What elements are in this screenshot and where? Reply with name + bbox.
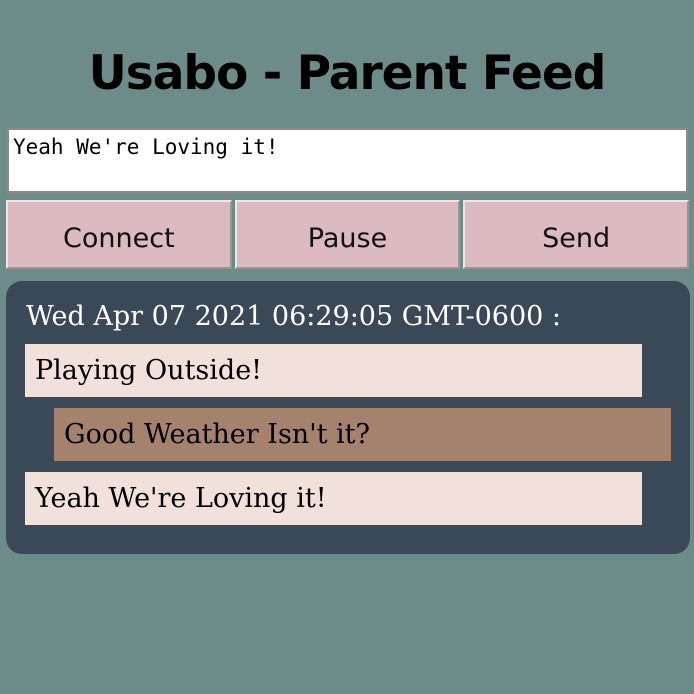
send-button[interactable]: Send <box>463 200 690 269</box>
message-item: Yeah We're Loving it! <box>25 472 642 525</box>
message-item: Playing Outside! <box>25 344 642 397</box>
message-feed: Wed Apr 07 2021 06:29:05 GMT-0600 : Play… <box>6 281 690 554</box>
message-item: Good Weather Isn't it? <box>54 408 671 461</box>
feed-timestamp: Wed Apr 07 2021 06:29:05 GMT-0600 : <box>26 301 562 332</box>
pause-button[interactable]: Pause <box>234 200 461 269</box>
message-input[interactable]: Yeah We're Loving it! <box>7 128 688 193</box>
page-title: Usabo - Parent Feed <box>88 46 607 101</box>
connect-button[interactable]: Connect <box>6 200 232 269</box>
button-bar: Connect Pause Send <box>6 200 690 269</box>
